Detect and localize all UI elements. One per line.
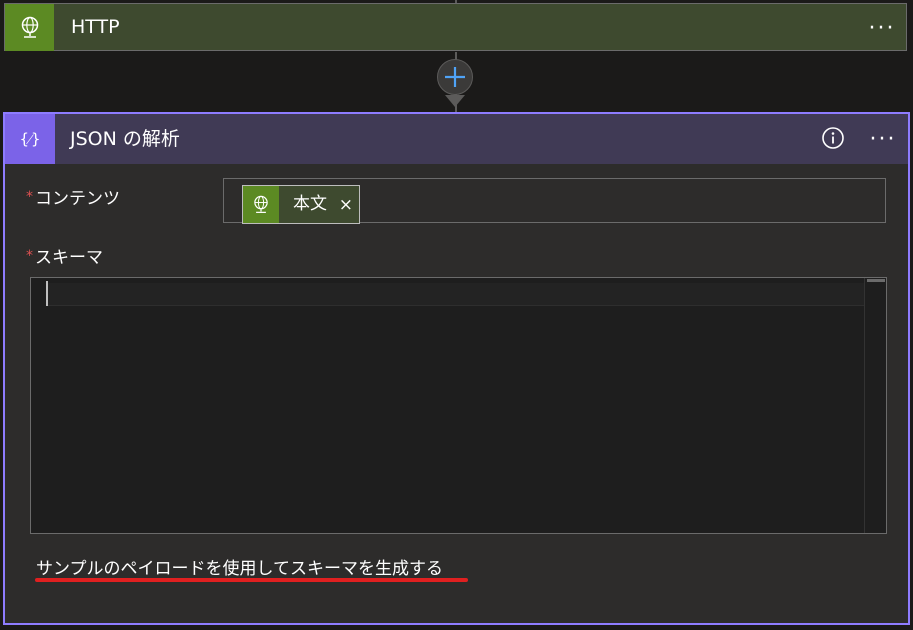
parse-json-title: JSON の解析: [70, 128, 180, 150]
token-remove-button[interactable]: ×: [339, 186, 353, 225]
parse-json-header[interactable]: {⁄} JSON の解析 ···: [5, 114, 908, 164]
content-input[interactable]: 本文 ×: [223, 178, 886, 224]
required-mark: *: [26, 248, 33, 264]
plus-icon: [445, 67, 465, 87]
editor-current-line: [47, 283, 865, 306]
globe-icon: [254, 195, 268, 213]
editor-scrollbar[interactable]: [864, 278, 886, 533]
token-label: 本文: [293, 194, 327, 214]
parse-json-more-options-button[interactable]: ···: [866, 124, 900, 154]
schema-label-text: スキーマ: [35, 248, 103, 268]
generate-schema-link[interactable]: サンプルのペイロードを使用してスキーマを生成する: [36, 554, 443, 579]
braces-icon: {⁄}: [5, 114, 55, 164]
content-label-text: コンテンツ: [35, 189, 120, 209]
body-token[interactable]: 本文 ×: [242, 185, 360, 224]
token-globe-icon: [243, 186, 279, 223]
add-step-button[interactable]: [437, 59, 473, 95]
required-mark: *: [26, 189, 33, 205]
http-step-icon: [5, 4, 54, 51]
text-cursor: [46, 281, 48, 306]
info-icon: [822, 127, 844, 149]
schema-field-label: * スキーマ: [26, 243, 103, 268]
globe-icon: [21, 16, 38, 38]
annotation-underline: [35, 578, 468, 582]
schema-editor[interactable]: [30, 277, 887, 534]
http-step-title: HTTP: [71, 16, 120, 38]
connector-arrow-icon: [445, 95, 465, 107]
http-step-card[interactable]: HTTP ···: [4, 3, 907, 51]
http-more-options-button[interactable]: ···: [865, 13, 899, 43]
info-button[interactable]: [821, 126, 845, 150]
parse-json-step-card: {⁄} JSON の解析 ··· * コンテンツ 本文 × * スキーマ サンプ…: [3, 112, 910, 625]
content-field-label: * コンテンツ: [26, 184, 120, 209]
scrollbar-thumb[interactable]: [867, 279, 885, 282]
